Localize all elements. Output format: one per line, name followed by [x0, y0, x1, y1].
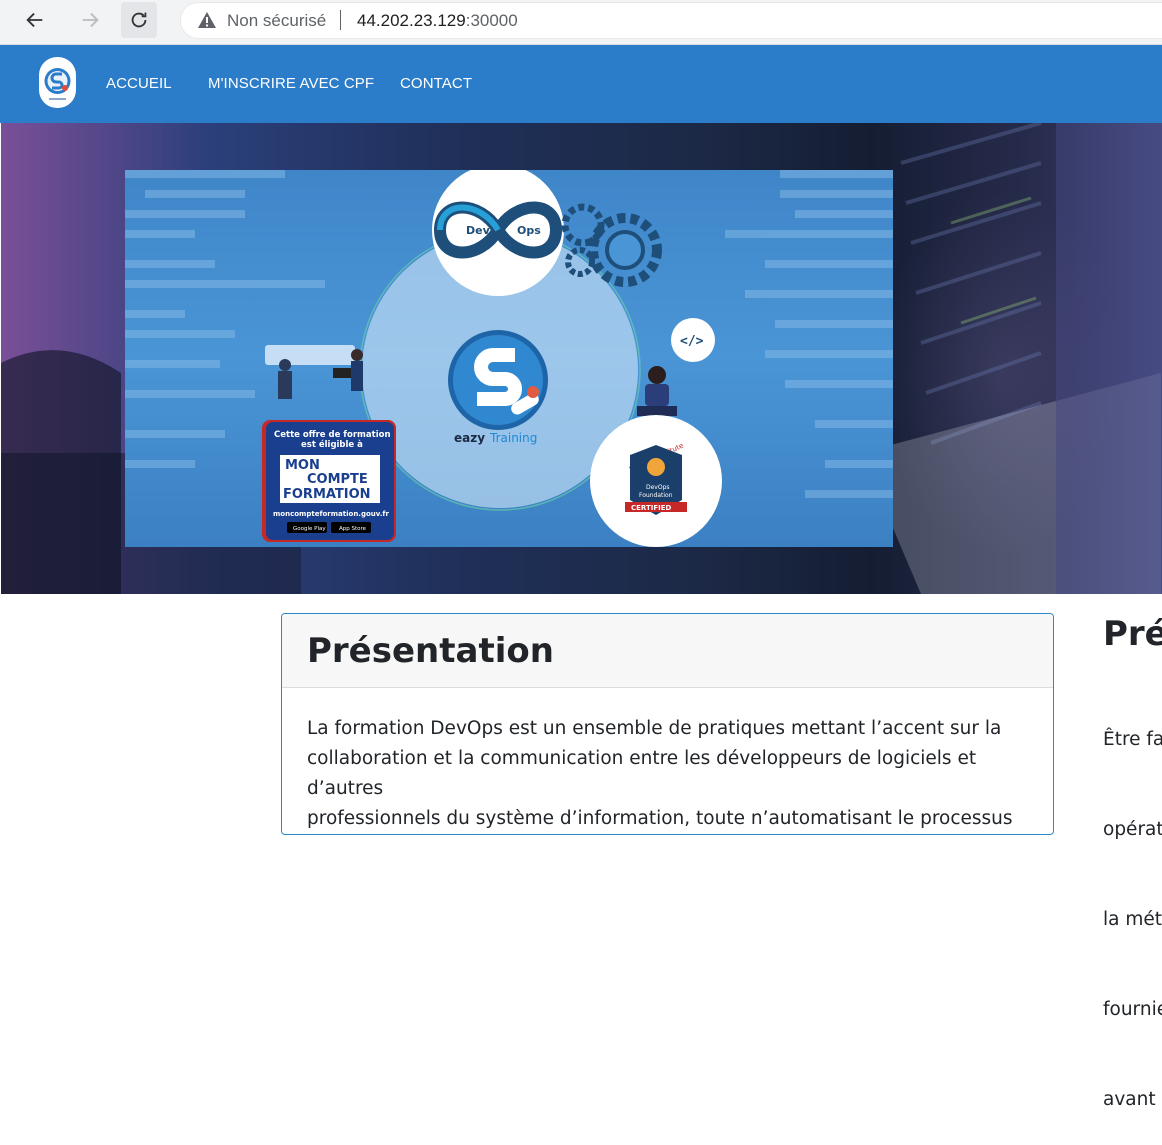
card-text-line: La formation DevOps est un ensemble de p… — [307, 718, 1002, 739]
store-apple-label: App Store — [339, 526, 367, 532]
url-text[interactable]: 44.202.23.129:30000 — [357, 11, 518, 31]
prerequisites-title: Prér — [1103, 614, 1162, 654]
reload-button[interactable] — [121, 2, 157, 38]
eazytraining-logo-icon — [44, 68, 71, 100]
site-logo[interactable] — [39, 57, 76, 108]
url-separator — [340, 10, 341, 30]
cpf-formation: FORMATION — [283, 487, 371, 502]
banner-illustration: Dev Ops </> eazy Training Cette offre de… — [125, 170, 893, 547]
badge-certified: CERTIFIED — [631, 504, 672, 512]
devops-certified-badge: DevOps Institute DevOps Foundation CERTI… — [590, 415, 722, 547]
badge-line2: Foundation — [639, 492, 673, 499]
url-host: 44.202.23.129 — [357, 11, 466, 30]
back-button[interactable] — [17, 2, 53, 38]
nav-link-accueil[interactable]: ACCUEIL — [106, 75, 172, 92]
warning-icon[interactable] — [197, 11, 217, 29]
nav-link-inscription-cpf[interactable]: M'INSCRIRE AVEC CPF — [208, 75, 374, 92]
brand-name-part2: Training — [489, 431, 537, 445]
prerequisites-text: Être far opérat la méth fournie avant d — [1103, 665, 1162, 1145]
address-bar[interactable]: Non sécurisé 44.202.23.129:30000 — [180, 2, 1162, 39]
nav-link-contact[interactable]: CONTACT — [400, 75, 472, 92]
cpf-line2: est éligible à — [301, 439, 363, 450]
formation-banner: Dev Ops </> eazy Training Cette offre de… — [125, 170, 893, 547]
card-text-line: collaboration et la communication entre … — [307, 748, 977, 799]
hero-overlay-panel — [1056, 123, 1162, 594]
cpf-mon: MON — [285, 458, 320, 473]
devops-dev-label: Dev — [466, 224, 491, 237]
prerequisites-line: opérat — [1103, 819, 1162, 840]
browser-toolbar: Non sécurisé 44.202.23.129:30000 — [0, 0, 1162, 45]
card-text-line: professionnels du système d’information,… — [307, 808, 1013, 829]
badge-line1: DevOps — [646, 484, 670, 491]
hero-section: Dev Ops </> eazy Training Cette offre de… — [1, 123, 1162, 594]
card-header: Présentation — [282, 614, 1053, 688]
code-tag-label: </> — [680, 334, 704, 349]
brand-name-part1: eazy — [454, 431, 485, 445]
cpf-url: moncompteformation.gouv.fr — [273, 510, 389, 518]
reload-icon — [131, 12, 147, 28]
url-port: :30000 — [465, 11, 518, 30]
cpf-compte: COMPTE — [307, 472, 368, 487]
presentation-card: Présentation La formation DevOps est un … — [281, 613, 1054, 835]
prerequisites-line: avant d — [1103, 1089, 1162, 1110]
cpf-badge: Cette offre de formation est éligible à … — [262, 420, 396, 542]
card-title: Présentation — [307, 631, 554, 671]
prerequisites-line: la méth — [1103, 909, 1162, 930]
forward-button[interactable] — [72, 2, 108, 38]
security-status[interactable]: Non sécurisé — [227, 11, 326, 31]
prerequisites-line: fournie — [1103, 999, 1162, 1020]
store-google-label: Google Play — [293, 526, 326, 532]
prerequisites-line: Être far — [1103, 729, 1162, 750]
cpf-line1: Cette offre de formation — [274, 430, 391, 440]
arrow-right-icon — [82, 12, 99, 28]
site-navbar: ACCUEIL M'INSCRIRE AVEC CPF CONTACT — [0, 45, 1162, 123]
arrow-left-icon — [26, 12, 43, 28]
card-body: La formation DevOps est un ensemble de p… — [307, 714, 1027, 834]
devops-ops-label: Ops — [517, 224, 541, 237]
